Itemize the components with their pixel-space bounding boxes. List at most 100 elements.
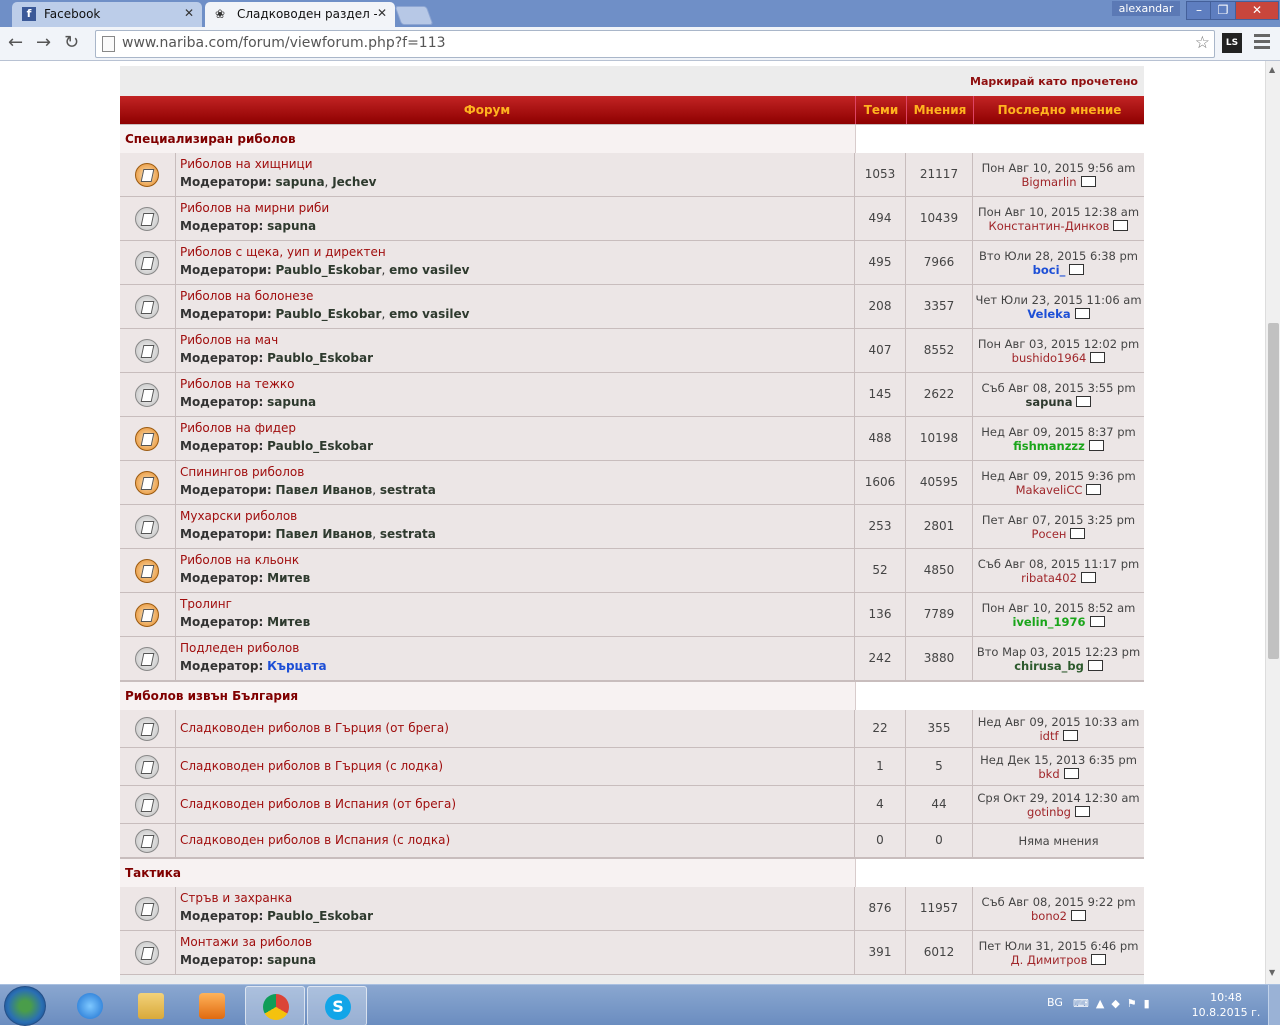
reload-icon[interactable]: ↻ bbox=[64, 32, 79, 53]
forum-title-link[interactable]: Монтажи за риболов bbox=[180, 935, 312, 949]
forum-title-link[interactable]: Мухарски риболов bbox=[180, 509, 297, 523]
category-title[interactable]: Риболов извън България bbox=[125, 689, 298, 703]
tab-facebook[interactable]: f Facebook ✕ bbox=[12, 2, 202, 27]
category-row[interactable]: Риболов извън България bbox=[120, 681, 1145, 711]
minimize-button[interactable]: – bbox=[1186, 1, 1212, 20]
go-to-last-post-icon[interactable] bbox=[1091, 954, 1107, 965]
go-to-last-post-icon[interactable] bbox=[1076, 396, 1092, 407]
internet-explorer-icon[interactable] bbox=[60, 986, 118, 1024]
last-post-author[interactable]: bono2 bbox=[1031, 909, 1067, 923]
last-post-author[interactable]: sapuna bbox=[1026, 395, 1073, 409]
moderator-link[interactable]: sapuna bbox=[276, 175, 325, 189]
moderator-link[interactable]: sapuna bbox=[267, 953, 316, 967]
go-to-last-post-icon[interactable] bbox=[1087, 660, 1103, 671]
moderator-link[interactable]: Митев bbox=[267, 571, 310, 585]
forum-title-link[interactable]: Риболов на кльонк bbox=[180, 553, 299, 567]
url-text[interactable]: www.nariba.com/forum/viewforum.php?f=113 bbox=[122, 35, 446, 51]
close-tab-icon[interactable]: ✕ bbox=[184, 6, 194, 20]
last-post-author[interactable]: Константин-Динков bbox=[989, 219, 1110, 233]
moderator-link[interactable]: sapuna bbox=[267, 395, 316, 409]
moderator-link[interactable]: Павел Иванов bbox=[276, 483, 373, 497]
moderator-link[interactable]: Митев bbox=[267, 615, 310, 629]
media-player-icon[interactable] bbox=[182, 986, 240, 1024]
forum-title-link[interactable]: Подледен риболов bbox=[180, 641, 299, 655]
category-row[interactable]: Специализиран риболов bbox=[120, 124, 1145, 154]
last-post-author[interactable]: Д. Димитров bbox=[1011, 953, 1088, 967]
bookmark-star-icon[interactable]: ☆ bbox=[1195, 33, 1210, 53]
moderator-link[interactable]: Paublo_Eskobar bbox=[276, 307, 382, 321]
last-post-author[interactable]: ribata402 bbox=[1021, 571, 1077, 585]
last-post-author[interactable]: boci_ bbox=[1033, 263, 1066, 277]
menu-icon[interactable] bbox=[1254, 34, 1270, 52]
forum-title-link[interactable]: Тролинг bbox=[180, 597, 232, 611]
forward-icon[interactable]: → bbox=[36, 32, 51, 53]
moderator-link[interactable]: sestrata bbox=[380, 483, 436, 497]
chrome-icon[interactable] bbox=[245, 986, 305, 1026]
last-post-author[interactable]: gotinbg bbox=[1027, 805, 1071, 819]
forum-title-link[interactable]: Риболов на хищници bbox=[180, 157, 313, 171]
close-window-button[interactable]: ✕ bbox=[1235, 1, 1279, 20]
extension-icon[interactable]: LS bbox=[1222, 33, 1242, 53]
forum-title-link[interactable]: Сладководен риболов в Гърция (от брега) bbox=[180, 721, 449, 735]
system-clock[interactable]: 10:48 10.8.2015 г. bbox=[1190, 990, 1262, 1020]
forum-title-link[interactable]: Сладководен риболов в Гърция (с лодка) bbox=[180, 759, 443, 773]
scroll-down-icon[interactable]: ▼ bbox=[1269, 968, 1275, 977]
scrollbar[interactable]: ▲ ▼ bbox=[1265, 61, 1280, 984]
forum-title-link[interactable]: Риболов на тежко bbox=[180, 377, 294, 391]
go-to-last-post-icon[interactable] bbox=[1070, 910, 1086, 921]
forum-title-link[interactable]: Стръв и захранка bbox=[180, 891, 292, 905]
go-to-last-post-icon[interactable] bbox=[1062, 730, 1078, 741]
last-post-author[interactable]: bushido1964 bbox=[1012, 351, 1087, 365]
forum-title-link[interactable]: Риболов на болонезе bbox=[180, 289, 313, 303]
start-button[interactable] bbox=[4, 986, 46, 1026]
moderator-link[interactable]: emo vasilev bbox=[389, 263, 469, 277]
go-to-last-post-icon[interactable] bbox=[1074, 806, 1090, 817]
go-to-last-post-icon[interactable] bbox=[1069, 264, 1085, 275]
back-icon[interactable]: ← bbox=[8, 32, 23, 53]
moderator-link[interactable]: sapuna bbox=[267, 219, 316, 233]
forum-title-link[interactable]: Риболов на фидер bbox=[180, 421, 296, 435]
forum-title-link[interactable]: Риболов на мирни риби bbox=[180, 201, 329, 215]
moderator-link[interactable]: sestrata bbox=[380, 527, 436, 541]
category-title[interactable]: Тактика bbox=[125, 866, 181, 880]
category-title[interactable]: Специализиран риболов bbox=[125, 132, 296, 146]
go-to-last-post-icon[interactable] bbox=[1070, 528, 1086, 539]
tab-nariba[interactable]: ❀ Сладководен раздел - na ✕ bbox=[205, 2, 395, 27]
moderator-link[interactable]: Jechev bbox=[332, 175, 376, 189]
moderator-link[interactable]: Paublo_Eskobar bbox=[267, 909, 373, 923]
moderator-link[interactable]: emo vasilev bbox=[389, 307, 469, 321]
category-row[interactable]: Тактика bbox=[120, 858, 1145, 888]
last-post-author[interactable]: idtf bbox=[1039, 729, 1058, 743]
profile-badge[interactable]: alexandar bbox=[1112, 1, 1180, 16]
last-post-author[interactable]: chirusa_bg bbox=[1014, 659, 1084, 673]
forum-title-link[interactable]: Сладководен риболов в Испания (с лодка) bbox=[180, 833, 450, 847]
go-to-last-post-icon[interactable] bbox=[1063, 768, 1079, 779]
forum-title-link[interactable]: Риболов на мач bbox=[180, 333, 278, 347]
go-to-last-post-icon[interactable] bbox=[1113, 220, 1129, 231]
file-explorer-icon[interactable] bbox=[121, 986, 179, 1024]
forum-title-link[interactable]: Сладководен риболов в Испания (от брега) bbox=[180, 797, 456, 811]
close-tab-icon[interactable]: ✕ bbox=[377, 6, 387, 20]
go-to-last-post-icon[interactable] bbox=[1090, 352, 1106, 363]
skype-icon[interactable]: S bbox=[307, 986, 367, 1026]
moderator-link[interactable]: Павел Иванов bbox=[276, 527, 373, 541]
go-to-last-post-icon[interactable] bbox=[1088, 440, 1104, 451]
new-tab-button[interactable] bbox=[394, 6, 434, 25]
address-bar[interactable]: www.nariba.com/forum/viewforum.php?f=113… bbox=[95, 30, 1215, 58]
last-post-author[interactable]: MakaveliCC bbox=[1016, 483, 1083, 497]
moderator-link[interactable]: Кърцата bbox=[267, 659, 326, 673]
last-post-author[interactable]: ivelin_1976 bbox=[1012, 615, 1085, 629]
moderator-link[interactable]: Paublo_Eskobar bbox=[267, 439, 373, 453]
go-to-last-post-icon[interactable] bbox=[1080, 176, 1096, 187]
mark-read-link[interactable]: Маркирай като прочетено bbox=[970, 75, 1138, 88]
last-post-author[interactable]: Veleka bbox=[1027, 307, 1070, 321]
last-post-author[interactable]: fishmanzzz bbox=[1013, 439, 1085, 453]
scrollbar-thumb[interactable] bbox=[1268, 323, 1279, 659]
go-to-last-post-icon[interactable] bbox=[1080, 572, 1096, 583]
forum-title-link[interactable]: Риболов с щека, уип и директен bbox=[180, 245, 386, 259]
moderator-link[interactable]: Paublo_Eskobar bbox=[276, 263, 382, 277]
last-post-author[interactable]: Bigmarlin bbox=[1021, 175, 1076, 189]
last-post-author[interactable]: Росен bbox=[1032, 527, 1067, 541]
language-indicator[interactable]: BG bbox=[1047, 996, 1063, 1009]
maximize-button[interactable]: ❐ bbox=[1210, 1, 1236, 20]
